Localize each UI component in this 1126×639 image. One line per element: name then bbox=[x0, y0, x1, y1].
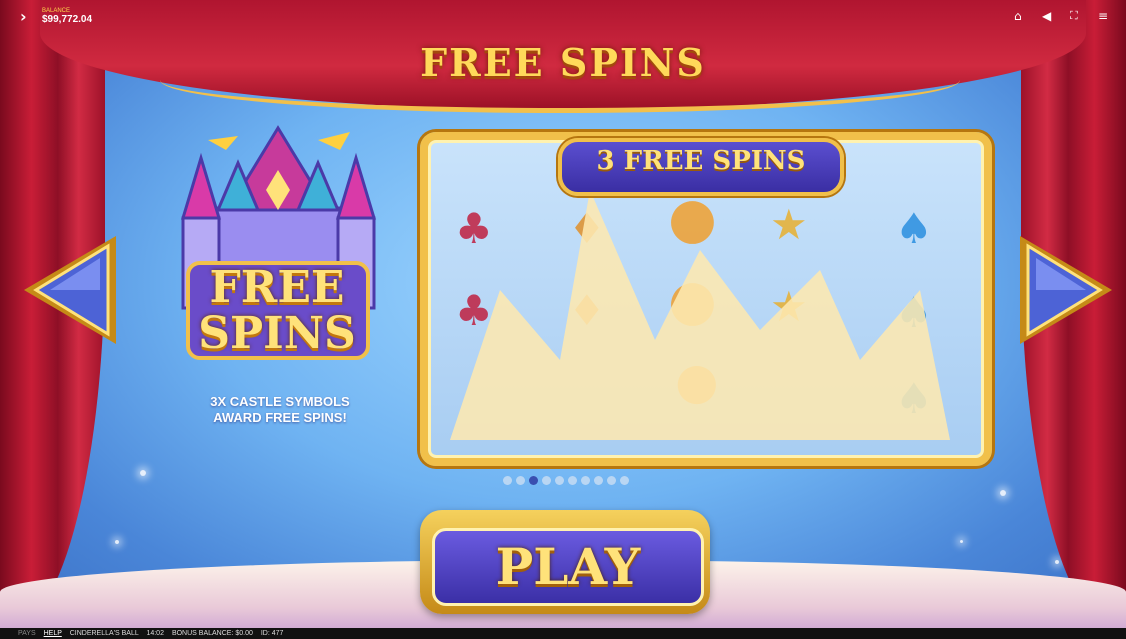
next-page-arrow-icon[interactable] bbox=[1016, 232, 1116, 348]
previous-page-arrow-icon[interactable] bbox=[20, 232, 120, 348]
menu-icon[interactable]: ≡ bbox=[1098, 10, 1108, 22]
page-dot[interactable] bbox=[516, 476, 525, 485]
page-dot[interactable] bbox=[542, 476, 551, 485]
preview-banner-text: 3 FREE SPINS bbox=[596, 146, 806, 176]
page-dot[interactable] bbox=[620, 476, 629, 485]
bonus-balance: BONUS BALANCE: $0.00 bbox=[171, 630, 253, 637]
expand-chevron-icon[interactable]: › bbox=[20, 7, 27, 26]
sparkle bbox=[115, 540, 119, 544]
page-dot[interactable] bbox=[581, 476, 590, 485]
session-id: ID: 477 bbox=[260, 630, 284, 637]
page-indicator bbox=[503, 476, 633, 486]
sparkle bbox=[1055, 560, 1059, 564]
home-icon[interactable]: ⌂ bbox=[1014, 10, 1022, 22]
page-dot[interactable] bbox=[503, 476, 512, 485]
page-dot[interactable] bbox=[594, 476, 603, 485]
sparkle bbox=[1000, 490, 1006, 496]
screen-title: FREE SPINS bbox=[420, 40, 706, 85]
page-dot[interactable] bbox=[555, 476, 564, 485]
pays-link[interactable]: PAYS bbox=[18, 630, 36, 637]
logo-line-2: SPINS bbox=[198, 308, 356, 359]
caption-line-2: AWARD FREE SPINS! bbox=[213, 410, 347, 425]
sparkle bbox=[140, 470, 146, 476]
top-bar: › BALANCE $99,772.04 ⌂ ◀ ⛶ ≡ bbox=[0, 0, 1126, 32]
sound-icon[interactable]: ◀ bbox=[1042, 10, 1051, 22]
pop-up-book-burst-icon bbox=[450, 190, 950, 440]
sparkle bbox=[960, 540, 963, 543]
page-dot[interactable] bbox=[607, 476, 616, 485]
logo-line-1: FREE bbox=[209, 262, 345, 313]
play-button[interactable]: PLAY bbox=[432, 528, 704, 606]
footer-bar: PAYS HELP CINDERELLA'S BALL 14:02 BONUS … bbox=[0, 628, 1126, 639]
help-link[interactable]: HELP bbox=[44, 630, 62, 637]
free-spins-logo-text: FREE SPINS bbox=[182, 265, 372, 357]
feature-caption: 3X CASTLE SYMBOLS AWARD FREE SPINS! bbox=[150, 394, 410, 426]
page-dot[interactable] bbox=[529, 476, 538, 485]
balance-value: $99,772.04 bbox=[42, 14, 93, 25]
game-stage: FREE SPINS FREE SPINS 3X CASTLE SYMBOLS … bbox=[0, 0, 1126, 628]
clock: 14:02 bbox=[146, 630, 164, 637]
fullscreen-icon[interactable]: ⛶ bbox=[1070, 10, 1078, 22]
caption-line-1: 3X CASTLE SYMBOLS bbox=[210, 394, 350, 409]
game-name: CINDERELLA'S BALL bbox=[69, 630, 139, 637]
page-dot[interactable] bbox=[568, 476, 577, 485]
